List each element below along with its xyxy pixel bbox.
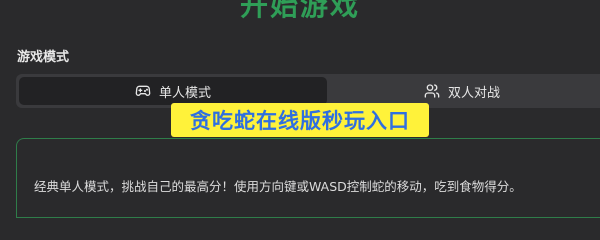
page-title: 开始游戏 <box>239 0 360 22</box>
tab-single-player-label: 单人模式 <box>158 85 211 101</box>
play-online-banner[interactable]: 贪吃蛇在线版秒玩入口 <box>171 103 429 137</box>
mode-description: 经典单人模式，挑战自己的最高分！使用方向键或WASD控制蛇的移动，吃到食物得分。 <box>34 179 522 194</box>
tab-two-player-label: 双人对战 <box>447 85 500 101</box>
tab-two-player[interactable]: 双人对战 <box>327 77 597 105</box>
game-mode-label: 游戏模式 <box>17 50 70 65</box>
gamepad-icon <box>135 83 151 99</box>
users-icon <box>424 83 440 99</box>
tab-single-player[interactable]: 单人模式 <box>19 77 327 105</box>
